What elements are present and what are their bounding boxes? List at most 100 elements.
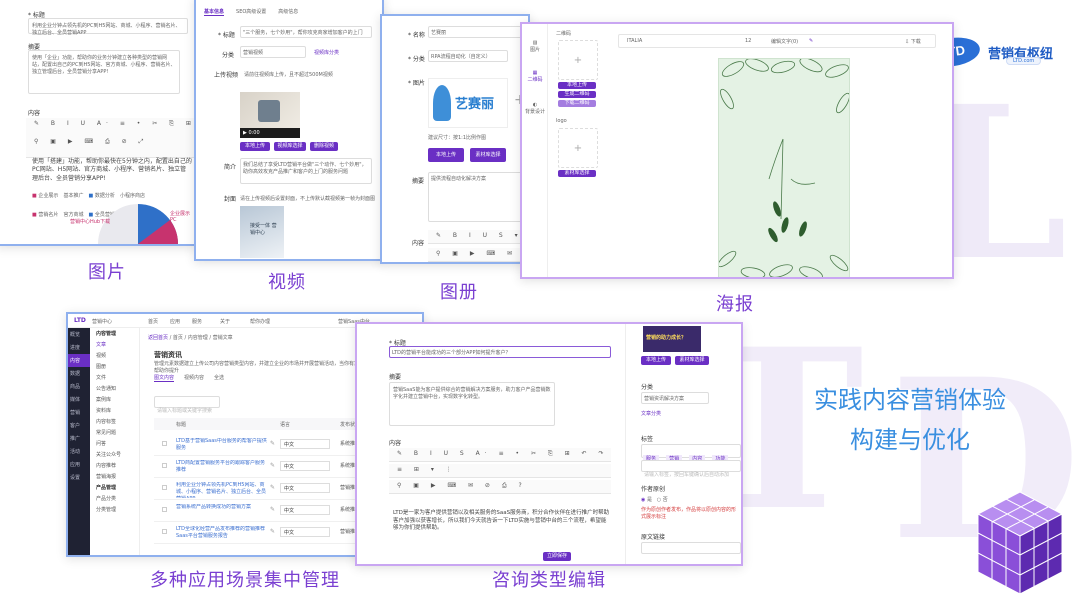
desc-textarea[interactable]: 提供流程自动化解决方案 xyxy=(428,172,526,222)
font-size-select[interactable]: 12 xyxy=(745,38,751,44)
subnav-item[interactable]: 视频 xyxy=(90,350,139,361)
local-upload-button[interactable]: 本地上传 xyxy=(240,142,270,151)
category-select[interactable]: 营销资讯解决方案 xyxy=(641,392,709,404)
row-lang[interactable]: 中文 xyxy=(280,461,330,471)
editor-toolbar-2[interactable]: ≡ ⊞ ▾ ⋮ xyxy=(389,464,611,478)
name-input[interactable]: 艺赛丽 xyxy=(428,26,524,38)
album-image[interactable]: 艺赛丽 xyxy=(428,78,508,128)
sidebar-item[interactable]: 活动 xyxy=(68,445,90,458)
subnav-item[interactable]: 营销海报 xyxy=(90,471,139,482)
subnav-item[interactable]: 内容标签 xyxy=(90,416,139,427)
search-input[interactable]: 请输入标题或关键字搜索 xyxy=(154,396,220,414)
local-upload-button[interactable]: 本地上传 xyxy=(641,356,671,365)
subnav-item[interactable]: 产品分类 xyxy=(90,493,139,504)
nav-services[interactable]: 服务 xyxy=(192,318,202,325)
sidebar-item[interactable]: 设置 xyxy=(68,471,90,484)
library-select-button[interactable]: 视频库选择 xyxy=(274,142,306,151)
edit-icon[interactable]: ✎ xyxy=(270,484,275,491)
row-lang[interactable]: 中文 xyxy=(280,505,330,515)
filter-tab-video[interactable]: 视频内容 xyxy=(184,374,204,382)
library-select-button[interactable]: 素材库选择 xyxy=(470,148,506,162)
subnav-item[interactable]: 公告通知 xyxy=(90,383,139,394)
pen-icon[interactable]: ✎ xyxy=(809,38,813,44)
link-input[interactable] xyxy=(641,542,741,554)
sidebar-item[interactable]: 营销 xyxy=(68,406,90,419)
category-select[interactable]: 营销视频 xyxy=(240,46,306,58)
row-lang[interactable]: 中文 xyxy=(280,483,330,493)
cover-image[interactable]: 营销的助力成长？ xyxy=(643,326,701,352)
edit-icon[interactable]: ✎ xyxy=(270,528,275,535)
row-checkbox[interactable] xyxy=(162,507,167,512)
category-link[interactable]: 视频库分类 xyxy=(314,49,339,56)
tool-image[interactable]: ▨ 图片 xyxy=(525,40,545,53)
qr-download-button[interactable]: 下载二维码 xyxy=(558,100,596,107)
video-controls[interactable]: ▶ 0:00 xyxy=(240,128,300,138)
sidebar-item[interactable]: 商品 xyxy=(68,380,90,393)
logo-upload-slot[interactable]: + xyxy=(558,128,598,168)
tags-input[interactable]: 服务 营销 内容 功能 xyxy=(641,444,741,462)
subnav-item[interactable]: 产品管理 xyxy=(90,482,139,493)
local-upload-button[interactable]: 本地上传 xyxy=(428,148,464,162)
filter-tab-all[interactable]: 全选 xyxy=(214,374,224,382)
edit-icon[interactable]: ✎ xyxy=(270,440,275,447)
editor-toolbar[interactable]: ✎ B I U S A· ≡ • ✂ ⎘ ⊞ ↶ ↷ ▾ xyxy=(389,448,611,462)
download-button[interactable]: ⇩ 下载 xyxy=(905,38,921,45)
row-checkbox[interactable] xyxy=(162,485,167,490)
qr-generate-button[interactable]: 生成二维码 xyxy=(558,91,596,98)
row-lang[interactable]: 中文 xyxy=(280,527,330,537)
edit-text-label[interactable]: 编辑文字(0) xyxy=(771,38,798,45)
row-checkbox[interactable] xyxy=(162,529,167,534)
cover-thumbnail[interactable]: 接受一体 营销中心 xyxy=(240,206,284,258)
sidebar-item[interactable]: 数据 xyxy=(68,367,90,380)
row-title[interactable]: LTD全球化经营产品发布推荐的营销推荐Saas平台营销服务报告 xyxy=(176,526,268,542)
title-input[interactable]: 利用企业分钟占领先机的PC到H5网站、商城、小程序、营销名片、独立后台、全员营销… xyxy=(28,18,188,36)
tab-seo[interactable]: SEO高级设置 xyxy=(236,8,266,16)
subnav-item[interactable]: 内容推荐 xyxy=(90,460,139,471)
subnav-item[interactable]: 问答 xyxy=(90,438,139,449)
delete-video-button[interactable]: 删除视频 xyxy=(310,142,338,151)
nav-help[interactable]: 帮你办理 xyxy=(250,318,270,325)
filter-tab-graphic[interactable]: 图文内容 xyxy=(154,374,175,382)
row-title[interactable]: 营销系统产品转换成功的营销方案 xyxy=(176,504,268,520)
sidebar-item[interactable]: 应用 xyxy=(68,458,90,471)
row-title[interactable]: LTD商配置营销服务平台的跟踪客户服务推荐 xyxy=(176,460,268,476)
subnav-item[interactable]: 资料库 xyxy=(90,405,139,416)
video-player[interactable]: ▶ 0:00 xyxy=(240,92,300,138)
tab-basic[interactable]: 基本信息 xyxy=(204,8,225,16)
nav-home[interactable]: 首页 xyxy=(148,318,158,325)
row-title[interactable]: LTD基于营销Saas中台服务的帮客户提供服务 xyxy=(176,438,268,454)
tool-background[interactable]: ◐ 背景设计 xyxy=(525,102,545,115)
sidebar-item[interactable]: 推广 xyxy=(68,432,90,445)
row-title[interactable]: 利用企业分钟占领先机PC到H5网站、商城、小程序、营销名片、独立后台、全员营销A… xyxy=(176,482,268,498)
subnav-item[interactable]: 案例库 xyxy=(90,394,139,405)
row-checkbox[interactable] xyxy=(162,463,167,468)
subnav-item[interactable]: 文章 xyxy=(90,339,139,350)
sidebar-item[interactable]: 概览 xyxy=(68,328,90,341)
row-lang[interactable]: 中文 xyxy=(280,439,330,449)
edit-icon[interactable]: ✎ xyxy=(270,506,275,513)
tag-input[interactable]: 请输入标签，按回车键确认后自动添加 xyxy=(641,460,741,478)
editor-toolbar-2[interactable]: ⚲ ▣ ▶ ⌨ ⎙ ⊘ ⤢ xyxy=(26,136,194,158)
subnav-item[interactable]: 内容管理 xyxy=(90,328,139,339)
subnav-item[interactable]: 常见问题 xyxy=(90,427,139,438)
edit-icon[interactable]: ✎ xyxy=(270,462,275,469)
editor-toolbar[interactable]: ✎ B I U S ▾ xyxy=(428,230,528,244)
subnav-item[interactable]: 图册 xyxy=(90,361,139,372)
summary-textarea[interactable]: 营销SaaS能为客户提供综合的营销解决方案服务，助力客户产品营销数字化并建立营销… xyxy=(389,382,555,426)
tab-advanced[interactable]: 高级信息 xyxy=(278,8,298,16)
library-select-button[interactable]: 素材库选择 xyxy=(675,356,709,365)
category-select[interactable]: RPA流程自动化（自定义） xyxy=(428,50,508,62)
subnav-item[interactable]: 关注公众号 xyxy=(90,449,139,460)
sidebar-item[interactable]: 客户 xyxy=(68,419,90,432)
author-radio[interactable]: ◉ 是 ○ 否 xyxy=(641,496,668,503)
category-link[interactable]: 文章分类 xyxy=(641,410,661,417)
editor-toolbar-2[interactable]: ⚲ ▣ ▶ ⌨ ✉ xyxy=(428,248,528,262)
editor-toolbar-3[interactable]: ⚲ ▣ ▶ ⌨ ✉ ⊘ ⎙ ? xyxy=(389,480,611,494)
qr-upload-slot[interactable]: + xyxy=(558,40,598,80)
local-upload-button[interactable]: 本地上传 xyxy=(558,82,596,89)
sidebar-item[interactable]: 内容 xyxy=(68,354,90,367)
font-select[interactable]: ITALIA xyxy=(627,38,642,44)
row-checkbox[interactable] xyxy=(162,441,167,446)
subnav-item[interactable]: 分类管理 xyxy=(90,504,139,515)
subnav-item[interactable]: 文件 xyxy=(90,372,139,383)
